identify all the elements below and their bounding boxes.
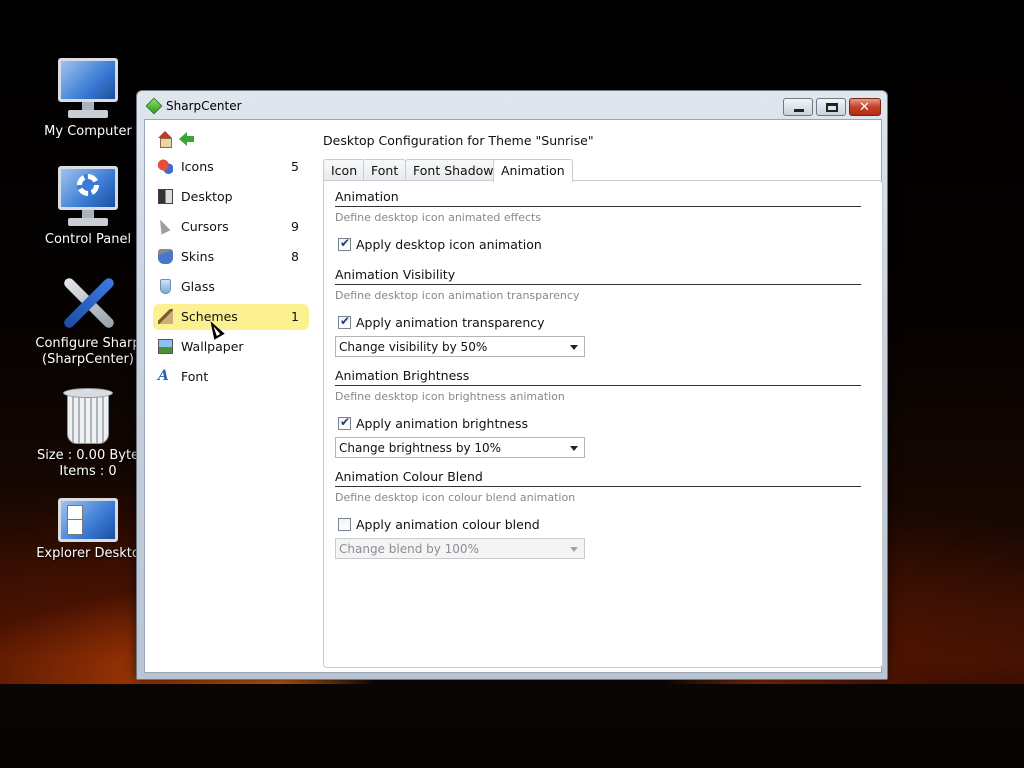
dropdown-value: Change brightness by 10% [339, 441, 502, 455]
checkbox-label: Apply animation colour blend [356, 517, 540, 532]
desktop-icon-label: Explorer Deskto [36, 546, 140, 561]
brush-icon [158, 309, 173, 324]
checkbox-box[interactable]: ✔ [338, 236, 351, 251]
window-title: SharpCenter [166, 99, 242, 113]
explorer-icon [58, 498, 118, 542]
title-bar[interactable]: SharpCenter ✕ [137, 91, 887, 119]
checkbox-box[interactable]: ✔ [338, 314, 351, 329]
sidebar-item-label: Desktop [181, 189, 233, 204]
dropdown-value: Change blend by 100% [339, 542, 479, 556]
sidebar-item-glass[interactable]: Glass [153, 274, 309, 300]
section-heading: Animation Colour Blend [335, 469, 483, 484]
sidebar-item-desktop[interactable]: Desktop [153, 184, 309, 210]
tab-animation[interactable]: Animation [493, 159, 573, 182]
sidebar-item-skins[interactable]: Skins 8 [153, 244, 309, 270]
desktop-icon [158, 189, 173, 204]
sidebar-item-count: 9 [291, 219, 299, 234]
checkbox-label: Apply animation brightness [356, 416, 529, 431]
wallpaper-icon [158, 339, 173, 354]
minimize-button[interactable] [783, 98, 813, 116]
minimize-icon [794, 109, 804, 112]
checkbox-label: Apply animation transparency [356, 315, 545, 330]
recycle-bin-icon [63, 388, 113, 444]
sidebar-item-wallpaper[interactable]: Wallpaper [153, 334, 309, 360]
sidebar-item-label: Glass [181, 279, 215, 294]
skins-icon [158, 249, 173, 264]
desktop-icon-sublabel: (SharpCenter) [42, 352, 134, 367]
section-divider [335, 385, 861, 386]
check-icon: ✔ [340, 236, 351, 250]
control-panel-icon [55, 166, 121, 228]
sidebar-item-schemes[interactable]: Schemes 1 [153, 304, 309, 330]
sidebar-item-icons[interactable]: Icons 5 [153, 154, 309, 180]
desktop-icon-label: My Computer [44, 124, 132, 139]
section-description: Define desktop icon brightness animation [335, 390, 565, 403]
sidebar-item-count: 1 [291, 309, 299, 324]
sidebar-item-label: Font [181, 369, 209, 384]
section-heading: Animation Brightness [335, 368, 470, 383]
main-content: Desktop Configuration for Theme "Sunrise… [317, 120, 883, 672]
window-client-area: Icons 5 Desktop Cursors 9 Skins 8 Glass [144, 119, 883, 673]
maximize-icon [826, 103, 838, 112]
tools-icon [58, 270, 118, 332]
desktop-horizon [0, 684, 1024, 768]
sidebar-item-label: Wallpaper [181, 339, 244, 354]
section-heading: Animation [335, 189, 399, 204]
check-icon: ✔ [340, 314, 351, 328]
close-button[interactable]: ✕ [849, 98, 881, 116]
sidebar-item-count: 5 [291, 159, 299, 174]
desktop-icon-label: Control Panel [44, 232, 132, 247]
tab-font[interactable]: Font [363, 159, 407, 181]
colour-blend-dropdown[interactable]: Change blend by 100% [335, 538, 585, 559]
checkbox-label: Apply desktop icon animation [356, 237, 542, 252]
desktop-icon-configure-sharp[interactable]: Configure Sharp (SharpCenter) [23, 270, 153, 368]
tab-icon[interactable]: Icon [323, 159, 366, 181]
sharpcenter-window: SharpCenter ✕ Icons 5 Desktop Cursors 9 … [136, 90, 888, 680]
desktop-icon-sublabel: Items : 0 [59, 464, 117, 479]
page-title: Desktop Configuration for Theme "Sunrise… [323, 133, 594, 148]
section-divider [335, 284, 861, 285]
font-icon: A [158, 368, 169, 384]
visibility-dropdown[interactable]: Change visibility by 50% [335, 336, 585, 357]
computer-icon [55, 58, 121, 120]
desktop-icon-label: Configure Sharp [35, 336, 141, 351]
home-icon[interactable] [157, 131, 173, 148]
section-heading: Animation Visibility [335, 267, 456, 282]
icons-icon [158, 159, 173, 174]
desktop-icon-my-computer[interactable]: My Computer [23, 58, 153, 140]
sidebar-item-label: Icons [181, 159, 214, 174]
sidebar-item-count: 8 [291, 249, 299, 264]
check-icon: ✔ [340, 415, 351, 429]
desktop-icon-explorer[interactable]: Explorer Deskto [23, 498, 153, 562]
chevron-down-icon [570, 446, 578, 451]
chevron-down-icon [570, 345, 578, 350]
chevron-down-icon [570, 547, 578, 552]
section-divider [335, 206, 861, 207]
desktop-icon-control-panel[interactable]: Control Panel [23, 166, 153, 248]
desktop-icon-recycle-bin[interactable]: Size : 0.00 Byte Items : 0 [23, 388, 153, 480]
tab-font-shadow[interactable]: Font Shadow [405, 159, 502, 181]
desktop-icon-label: Size : 0.00 Byte [36, 448, 140, 463]
glass-icon [160, 279, 171, 294]
sidebar-item-label: Skins [181, 249, 215, 264]
close-icon: ✕ [859, 100, 870, 115]
checkbox-box[interactable]: ✔ [338, 415, 351, 430]
sidebar-item-label: Cursors [181, 219, 229, 234]
section-description: Define desktop icon animation transparen… [335, 289, 580, 302]
section-divider [335, 486, 861, 487]
brightness-dropdown[interactable]: Change brightness by 10% [335, 437, 585, 458]
section-description: Define desktop icon animated effects [335, 211, 542, 224]
sharpcenter-app-icon [145, 97, 163, 115]
cursor-icon [155, 217, 171, 235]
back-arrow-icon[interactable] [179, 132, 195, 146]
dropdown-value: Change visibility by 50% [339, 340, 488, 354]
section-description: Define desktop icon colour blend animati… [335, 491, 576, 504]
checkbox-box[interactable] [338, 518, 351, 531]
sidebar: Icons 5 Desktop Cursors 9 Skins 8 Glass [145, 120, 317, 672]
sidebar-item-cursors[interactable]: Cursors 9 [153, 214, 309, 240]
sidebar-item-font[interactable]: A Font [153, 364, 309, 390]
maximize-button[interactable] [816, 98, 846, 116]
animation-panel: Animation Define desktop icon animated e… [323, 180, 883, 668]
